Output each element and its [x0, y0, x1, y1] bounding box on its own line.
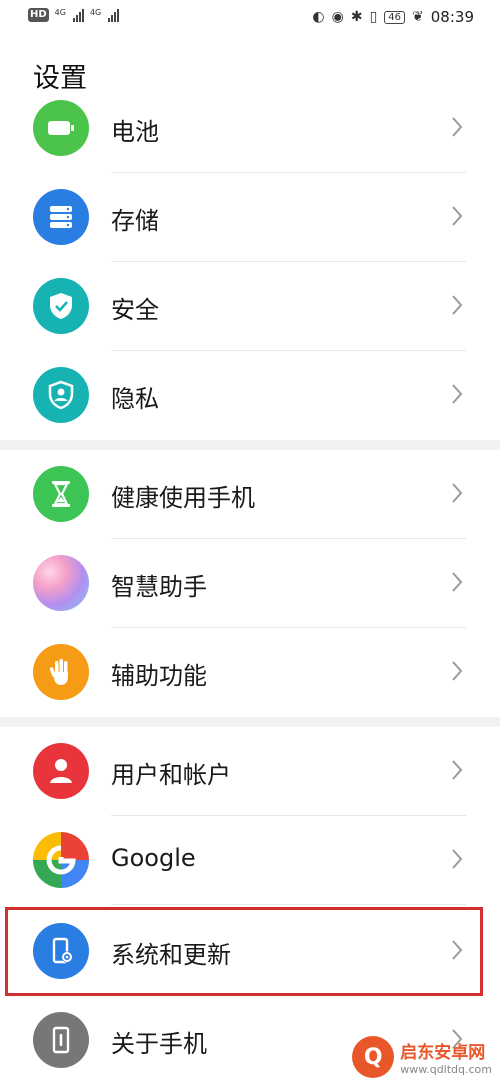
- nfc-icon: ◐: [312, 9, 325, 25]
- status-bar: HD 4G 4G ◐ ◉ ✱ ▯ 46 ❦ 08:39: [0, 0, 500, 36]
- storage-icon: [33, 189, 89, 245]
- settings-item-label: 用户和帐户: [111, 761, 231, 789]
- settings-item-security[interactable]: 安全: [0, 262, 500, 351]
- chevron-right-icon: [452, 206, 463, 226]
- settings-item-storage[interactable]: 存储: [0, 173, 500, 262]
- section-gap: [0, 440, 500, 450]
- settings-item-label: 健康使用手机: [111, 484, 255, 512]
- chevron-right-icon: [452, 384, 463, 404]
- highlight-box: [5, 907, 483, 996]
- leaf-icon: ❦: [412, 9, 424, 25]
- watermark-logo: Q: [352, 1036, 395, 1078]
- settings-item-label: Google: [111, 844, 196, 872]
- settings-item-battery[interactable]: 电池: [0, 84, 500, 173]
- shield-icon: [33, 278, 89, 334]
- assistant-icon: [33, 555, 89, 611]
- settings-item-label: 隐私: [111, 385, 159, 413]
- phone-info-icon: [33, 1012, 89, 1068]
- chevron-right-icon: [452, 572, 463, 592]
- chevron-right-icon: [452, 849, 463, 869]
- network-type-1: 4G: [54, 8, 66, 17]
- settings-item-privacy[interactable]: 隐私: [0, 351, 500, 440]
- network-type-2: 4G: [89, 8, 102, 17]
- hand-icon: [33, 644, 89, 700]
- settings-item-label: 安全: [111, 296, 159, 324]
- settings-item-users-accounts[interactable]: 用户和帐户: [0, 727, 500, 816]
- bluetooth-icon: ✱: [350, 9, 363, 25]
- signal-icon: [108, 8, 120, 22]
- section-gap: [0, 717, 500, 727]
- battery-indicator: 46: [384, 10, 406, 24]
- divider: [111, 904, 466, 905]
- signal-icon: [72, 8, 84, 22]
- chevron-right-icon: [452, 295, 463, 315]
- settings-item-accessibility[interactable]: 辅助功能: [0, 628, 500, 717]
- eye-icon: ◉: [331, 9, 344, 25]
- watermark: Q 启东安卓网 www.qdltdq.com: [352, 1036, 492, 1078]
- privacy-icon: [33, 367, 89, 423]
- chevron-right-icon: [452, 661, 463, 681]
- settings-item-label: 电池: [111, 118, 159, 146]
- chevron-right-icon: [452, 117, 463, 137]
- settings-item-label: 辅助功能: [111, 662, 207, 690]
- user-icon: [33, 743, 89, 799]
- settings-item-label: 存储: [111, 207, 159, 235]
- vibrate-icon: ▯: [369, 9, 378, 25]
- status-right: ◐ ◉ ✱ ▯ 46 ❦ 08:39: [312, 8, 474, 26]
- settings-item-smart-assistant[interactable]: 智慧助手: [0, 539, 500, 628]
- google-icon: [33, 832, 89, 888]
- status-left: HD 4G 4G: [28, 8, 120, 22]
- battery-icon: [33, 100, 89, 156]
- chevron-right-icon: [452, 483, 463, 503]
- hourglass-icon: [33, 466, 89, 522]
- settings-item-label: 智慧助手: [111, 573, 207, 601]
- settings-item-google[interactable]: Google: [0, 816, 500, 905]
- clock: 08:39: [430, 8, 474, 26]
- hd-badge: HD: [28, 8, 49, 22]
- settings-item-label: 关于手机: [111, 1030, 207, 1058]
- chevron-right-icon: [452, 760, 463, 780]
- settings-item-digital-balance[interactable]: 健康使用手机: [0, 450, 500, 539]
- watermark-title: 启东安卓网: [400, 1043, 486, 1063]
- watermark-url: www.qdltdq.com: [400, 1063, 492, 1076]
